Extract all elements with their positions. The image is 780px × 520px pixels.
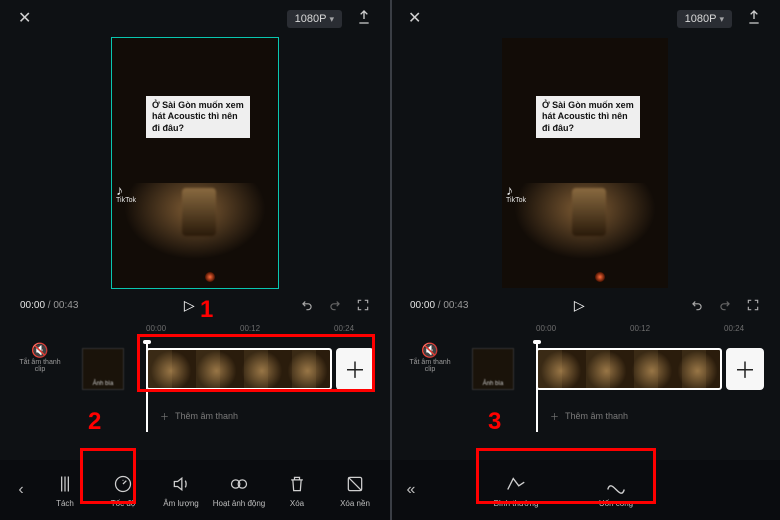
annotation-box-clip <box>137 334 375 392</box>
annotation-box-speed-options <box>476 448 656 504</box>
playback-row: 00:00 / 00:43 ▷ <box>398 288 772 322</box>
playback-time: 00:00 / 00:43 <box>410 300 468 311</box>
resolution-button[interactable]: 1080P <box>287 10 342 28</box>
fullscreen-icon[interactable] <box>356 298 370 312</box>
timeline[interactable]: 🔇 Tắt âm thanh clip Ảnh bìa ＋ <box>398 340 772 402</box>
tool-animation[interactable]: Hoạt ảnh động <box>210 473 268 508</box>
annotation-number-3: 3 <box>488 408 501 436</box>
redo-icon[interactable] <box>328 298 342 312</box>
undo-icon[interactable] <box>300 298 314 312</box>
screen-divider <box>390 0 392 520</box>
tiktok-watermark: ♪ TikTok <box>506 183 526 204</box>
play-button[interactable]: ▷ <box>574 297 585 314</box>
resolution-button[interactable]: 1080P <box>677 10 732 28</box>
add-clip-button[interactable]: ＋ <box>726 348 764 390</box>
top-bar: ✕ 1080P <box>398 0 772 38</box>
back-button[interactable]: ‹ <box>6 468 36 512</box>
phone-screen-left: ✕ 1080P ♪ TikTok Ở Sài Gòn muốn xem hát … <box>0 0 390 520</box>
tool-delete[interactable]: Xóa <box>268 473 326 508</box>
top-bar: ✕ 1080P <box>8 0 382 38</box>
video-overlay-text: Ở Sài Gòn muốn xem hát Acoustic thì nên … <box>146 96 250 138</box>
annotation-number-1: 1 <box>200 296 213 324</box>
add-audio-row[interactable]: ＋ Thêm âm thanh <box>398 402 772 430</box>
video-overlay-text: Ở Sài Gòn muốn xem hát Acoustic thì nên … <box>536 96 640 138</box>
mute-clip-button[interactable]: 🔇 Tắt âm thanh clip <box>408 342 452 373</box>
back-button[interactable]: « <box>396 468 426 512</box>
close-icon[interactable]: ✕ <box>18 11 31 27</box>
video-preview[interactable]: ♪ TikTok Ở Sài Gòn muốn xem hát Acoustic… <box>502 38 668 288</box>
bottom-toolbar: ‹ Tách Tốc độ Âm lượng Hoạt ảnh động Xóa <box>0 460 390 520</box>
playback-time: 00:00 / 00:43 <box>20 300 78 311</box>
tool-volume[interactable]: Âm lượng <box>152 473 210 508</box>
play-button[interactable]: ▷ <box>184 297 195 314</box>
plus-icon: ＋ <box>160 410 169 423</box>
tool-remove-bg[interactable]: Xóa nền <box>326 473 384 508</box>
close-icon[interactable]: ✕ <box>408 11 421 27</box>
add-audio-row[interactable]: ＋ Thêm âm thanh <box>8 402 382 430</box>
annotation-number-2: 2 <box>88 408 101 436</box>
mute-clip-button[interactable]: 🔇 Tắt âm thanh clip <box>18 342 62 373</box>
fullscreen-icon[interactable] <box>746 298 760 312</box>
tiktok-watermark: ♪ TikTok <box>116 183 136 204</box>
cover-image-button[interactable]: Ảnh bìa <box>472 348 514 390</box>
playback-row: 00:00 / 00:43 ▷ <box>8 288 382 322</box>
undo-icon[interactable] <box>690 298 704 312</box>
export-icon[interactable] <box>746 9 762 29</box>
cover-image-button[interactable]: Ảnh bìa <box>82 348 124 390</box>
video-preview[interactable]: ♪ TikTok Ở Sài Gòn muốn xem hát Acoustic… <box>112 38 278 288</box>
video-clip[interactable] <box>536 348 722 390</box>
plus-icon: ＋ <box>550 410 559 423</box>
phone-screen-right: ✕ 1080P ♪ TikTok Ở Sài Gòn muốn xem hát … <box>390 0 780 520</box>
annotation-box-speed <box>80 448 136 504</box>
redo-icon[interactable] <box>718 298 732 312</box>
timeline-ruler: 00:00 00:12 00:24 <box>398 324 772 338</box>
export-icon[interactable] <box>356 9 372 29</box>
